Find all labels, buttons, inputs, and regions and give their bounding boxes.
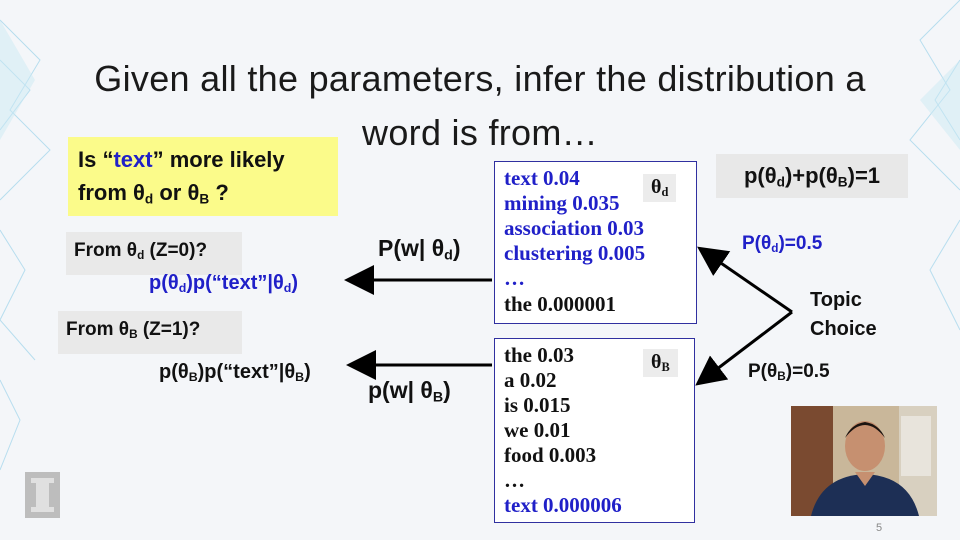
theta-d-row: text 0.04 (504, 166, 580, 190)
theta-d-row: mining 0.035 (504, 191, 620, 215)
theta-d-row: clustering 0.005 (504, 241, 646, 265)
p-theta-b-value: P(θB)=0.5 (748, 361, 830, 383)
theta-b-row: … (504, 468, 525, 492)
theta-b-row: is 0.015 (504, 393, 571, 417)
theta-d-row: the 0.000001 (504, 292, 616, 316)
theta-d-row: … (504, 266, 525, 290)
theta-b-row: text 0.000006 (504, 493, 622, 517)
theta-b-row: the 0.03 (504, 343, 574, 367)
theta-b-tag: θB (643, 349, 678, 378)
arrow-to-theta-d (697, 246, 793, 314)
probability-sum: p(θd)+p(θB)=1 (716, 154, 908, 198)
theta-b-row: we 0.01 (504, 418, 571, 442)
theta-d-distribution-box: text 0.04 mining 0.035 association 0.03 … (494, 161, 697, 324)
theta-d-row: association 0.03 (504, 216, 645, 240)
page-number: 5 (876, 522, 883, 534)
presenter-video (791, 406, 937, 516)
p-theta-d-value: P(θd)=0.5 (742, 233, 823, 255)
theta-b-row: food 0.003 (504, 443, 597, 467)
university-logo (25, 472, 60, 518)
topic-choice-label: Topic Choice (810, 289, 877, 340)
theta-b-row: a 0.02 (504, 368, 557, 392)
theta-d-tag: θd (643, 174, 677, 203)
theta-b-distribution-box: the 0.03 a 0.02 is 0.015 we 0.01 food 0.… (494, 338, 695, 523)
